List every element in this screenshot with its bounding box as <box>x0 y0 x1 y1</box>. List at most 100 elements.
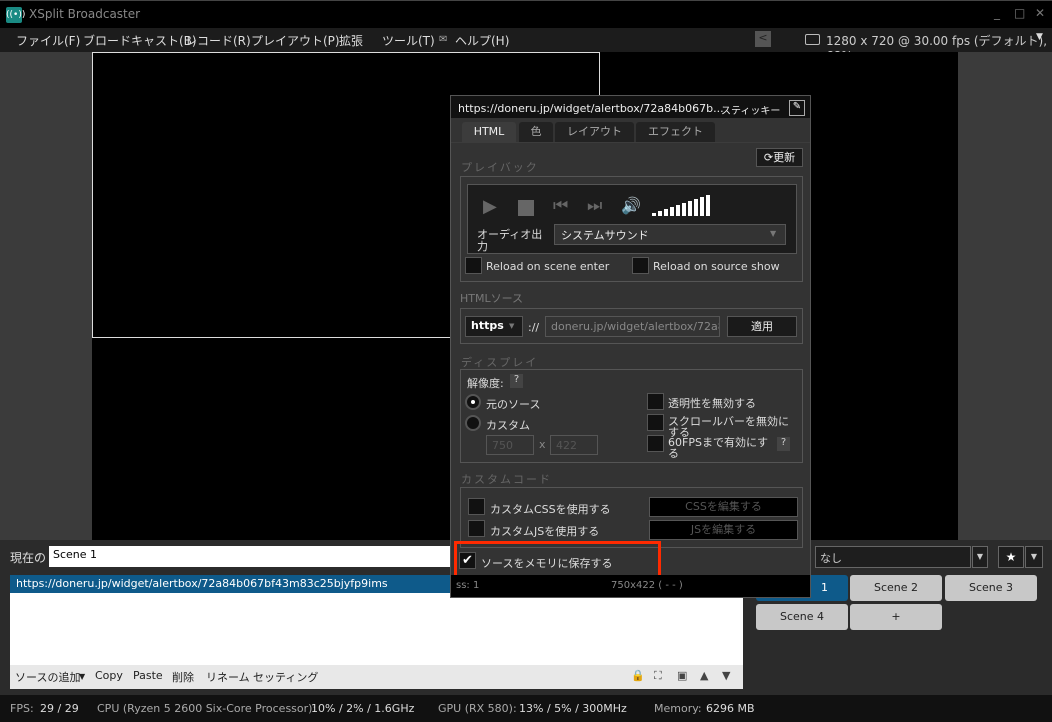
rename-button[interactable]: リネーム <box>206 669 250 685</box>
custom-code-heading: カスタムコード <box>461 473 552 486</box>
frame-icon[interactable]: ▣ <box>677 669 687 682</box>
footer-ss: ss: 1 <box>456 580 480 591</box>
use-js-checkbox[interactable] <box>468 520 485 537</box>
star-add-icon[interactable]: ★ <box>998 546 1024 568</box>
edit-css-button[interactable]: CSSを編集する <box>649 497 798 517</box>
stop-icon[interactable] <box>518 200 534 216</box>
refresh-button[interactable]: ⟳更新 <box>756 148 803 167</box>
app-title: XSplit Broadcaster <box>29 7 141 21</box>
transition-dropdown-icon[interactable]: ▼ <box>972 546 988 568</box>
use-css-checkbox[interactable] <box>468 498 485 515</box>
scene-name-input[interactable]: Scene 1 <box>49 546 459 567</box>
original-source-radio[interactable] <box>465 394 481 410</box>
scene-button-2[interactable]: Scene 2 <box>850 575 942 601</box>
tab-color[interactable]: 色 <box>519 122 553 142</box>
disable-transparency-label: 透明性を無効する <box>668 397 756 410</box>
reload-source-show-checkbox[interactable] <box>632 257 649 274</box>
reload-scene-enter-label: Reload on scene enter <box>486 260 610 273</box>
sticky-label: スティッキー <box>721 106 781 117</box>
transition-select[interactable]: なし <box>815 546 971 568</box>
cpu-label: CPU (Ryzen 5 2600 Six-Core Processor): <box>97 702 317 715</box>
dimension-x: x <box>539 438 546 451</box>
tab-html[interactable]: HTML <box>462 122 516 142</box>
height-stepper[interactable]: 422 <box>550 435 598 455</box>
memory-value: 6296 MB <box>706 702 755 715</box>
reload-scene-enter-checkbox[interactable] <box>465 257 482 274</box>
menu-tools[interactable]: ツール(T) <box>382 32 435 49</box>
next-icon[interactable]: ⏭ <box>587 196 602 216</box>
apply-button[interactable]: 適用 <box>727 316 797 337</box>
footer-size: 750x422 ( - - ) <box>611 580 683 591</box>
minimize-button[interactable]: _ <box>994 6 1000 20</box>
app-logo-icon: ((•)) <box>6 7 25 23</box>
add-scene-button[interactable]: + <box>850 604 942 630</box>
disable-scrollbar-checkbox[interactable] <box>647 414 664 431</box>
star-dropdown-icon[interactable]: ▼ <box>1025 546 1043 568</box>
paste-button[interactable]: Paste <box>133 669 163 682</box>
disable-scrollbar-label: スクロールバーを無効にする <box>668 415 789 439</box>
html-source-heading: HTMLソース <box>460 292 524 305</box>
use-js-label: カスタムJSを使用する <box>490 525 600 538</box>
fps-label: FPS: <box>10 702 34 715</box>
reload-source-show-label: Reload on source show <box>653 260 780 273</box>
monitor-icon <box>805 34 820 45</box>
lock-icon[interactable]: 🔒 <box>631 669 645 682</box>
add-source-button[interactable]: ソースの追加 <box>15 669 80 685</box>
edit-js-button[interactable]: JSを編集する <box>649 520 798 540</box>
url-input[interactable]: doneru.jp/widget/alertbox/72a84b0 <box>545 316 720 337</box>
menu-extensions[interactable]: 拡張 <box>339 32 363 49</box>
disable-transparency-checkbox[interactable] <box>647 393 664 410</box>
delete-button[interactable]: 削除 <box>172 669 194 685</box>
original-source-label: 元のソース <box>486 398 541 411</box>
volume-slider[interactable] <box>652 194 712 216</box>
menu-bar: ファイル(F) ブロードキャスト(B) レコード(R) プレイアウト(P) 拡張… <box>0 28 1052 63</box>
fit-icon[interactable]: ⛶ <box>654 669 662 683</box>
volume-bar <box>688 201 692 216</box>
custom-label: カスタム <box>486 419 530 432</box>
fps-help-icon[interactable]: ? <box>777 437 790 451</box>
cpu-value: 10% / 2% / 1.6GHz <box>311 702 415 715</box>
title-bar: ((•)) XSplit Broadcaster _ □ ✕ <box>0 0 1052 28</box>
menu-broadcast[interactable]: ブロードキャスト(B) <box>83 32 197 49</box>
width-stepper[interactable]: 750 <box>486 435 534 455</box>
play-icon[interactable]: ▶ <box>483 196 497 217</box>
audio-output-select[interactable]: システムサウンド <box>554 224 786 245</box>
protocol-dropdown-icon[interactable]: ▼ <box>509 322 514 330</box>
close-button[interactable]: ✕ <box>1035 6 1045 20</box>
menu-help[interactable]: ヘルプ(H) <box>455 32 509 49</box>
previous-icon[interactable]: ⏮ <box>553 196 568 216</box>
gpu-label: GPU (RX 580): <box>438 702 517 715</box>
mail-icon[interactable]: ✉ <box>439 34 447 45</box>
volume-bar <box>694 199 698 216</box>
share-icon[interactable]: < <box>755 31 771 47</box>
pin-icon[interactable]: ✎ <box>789 100 805 116</box>
resolution-dropdown-icon[interactable]: ▼ <box>1036 32 1043 42</box>
tab-layout[interactable]: レイアウト <box>555 122 634 142</box>
display-heading: ディスプレイ <box>461 356 539 369</box>
volume-bar <box>652 213 656 216</box>
audio-output-label: オーディオ出力 <box>477 228 543 253</box>
volume-bar <box>700 197 704 216</box>
add-source-dropdown-icon[interactable]: ▼ <box>79 672 85 681</box>
resolution-help-icon[interactable]: ? <box>510 374 523 388</box>
settings-button[interactable]: セッティング <box>253 669 318 685</box>
tab-effect[interactable]: エフェクト <box>636 122 715 142</box>
memory-label: Memory: <box>654 702 702 715</box>
scene-button-4[interactable]: Scene 4 <box>756 604 848 630</box>
maximize-button[interactable]: □ <box>1014 6 1025 20</box>
move-up-icon[interactable]: ▲ <box>700 669 708 682</box>
source-properties-popup: https://doneru.jp/widget/alertbox/72a84b… <box>450 95 811 598</box>
volume-icon[interactable]: 🔊 <box>621 196 641 215</box>
enable-60fps-checkbox[interactable] <box>647 435 664 452</box>
move-down-icon[interactable]: ▼ <box>722 669 730 682</box>
scene-button-3[interactable]: Scene 3 <box>945 575 1037 601</box>
menu-record[interactable]: レコード(R) <box>185 32 251 49</box>
custom-radio[interactable] <box>465 415 481 431</box>
audio-dropdown-icon[interactable]: ▼ <box>770 229 776 238</box>
volume-bar <box>682 203 686 216</box>
copy-button[interactable]: Copy <box>95 669 123 682</box>
menu-playout[interactable]: プレイアウト(P) <box>251 32 340 49</box>
current-scene-label: 現在の <box>10 551 47 565</box>
menu-file[interactable]: ファイル(F) <box>16 32 80 49</box>
gpu-value: 13% / 5% / 300MHz <box>519 702 627 715</box>
